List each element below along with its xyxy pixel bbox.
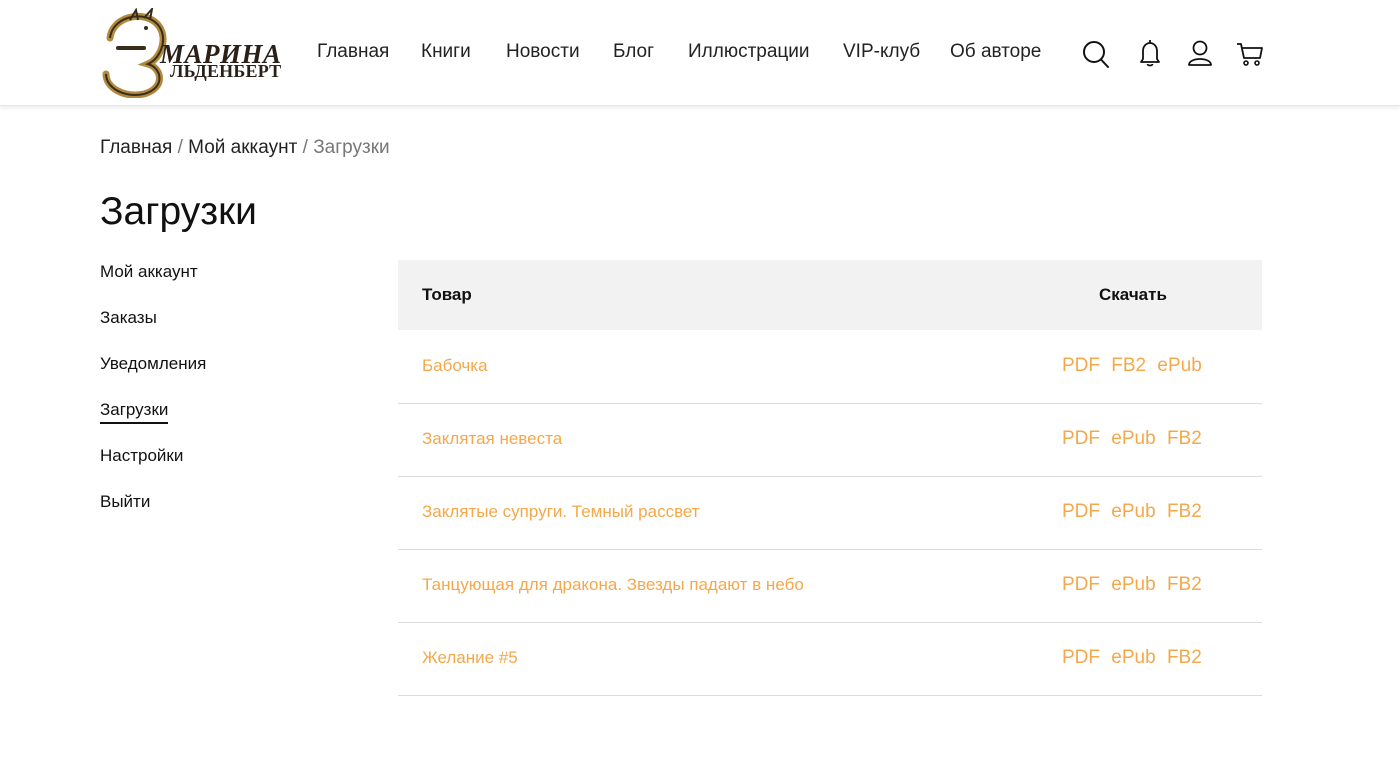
breadcrumb: Главная / Мой аккаунт / Загрузки	[100, 137, 390, 159]
download-link-epub[interactable]: ePub	[1111, 574, 1155, 595]
table-row: Желание #5 PDF ePub FB2	[398, 622, 1262, 696]
download-formats: PDF ePub FB2	[1062, 647, 1208, 669]
table-header: Товар Скачать	[398, 260, 1262, 330]
nav-item-books[interactable]: Книги	[421, 41, 471, 63]
download-formats: PDF FB2 ePub	[1062, 355, 1208, 377]
download-formats: PDF ePub FB2	[1062, 501, 1208, 523]
nav-item-vip-club[interactable]: VIP-клуб	[843, 41, 920, 63]
table-row: Заклятые супруги. Темный рассвет PDF ePu…	[398, 476, 1262, 550]
product-link[interactable]: Желание #5	[422, 648, 518, 668]
table-row: Танцующая для дракона. Звезды падают в н…	[398, 549, 1262, 623]
breadcrumb-separator: /	[302, 137, 308, 158]
download-link-pdf[interactable]: PDF	[1062, 647, 1100, 668]
download-link-pdf[interactable]: PDF	[1062, 355, 1100, 376]
download-link-fb2[interactable]: FB2	[1167, 428, 1202, 449]
breadcrumb-separator: /	[177, 137, 183, 158]
product-link[interactable]: Заклятые супруги. Темный рассвет	[422, 502, 700, 522]
sidebar-item-settings[interactable]: Настройки	[100, 446, 183, 466]
bell-icon[interactable]	[1135, 38, 1165, 70]
sidebar-item-my-account[interactable]: Мой аккаунт	[100, 262, 198, 282]
download-link-epub[interactable]: ePub	[1111, 501, 1155, 522]
download-link-pdf[interactable]: PDF	[1062, 501, 1100, 522]
download-link-epub[interactable]: ePub	[1111, 428, 1155, 449]
sidebar-item-orders[interactable]: Заказы	[100, 308, 157, 328]
breadcrumb-current: Загрузки	[313, 137, 390, 158]
nav-item-home[interactable]: Главная	[317, 41, 389, 63]
sidebar-item-downloads[interactable]: Загрузки	[100, 400, 169, 424]
sidebar-item-logout[interactable]: Выйти	[100, 492, 150, 512]
download-link-fb2[interactable]: FB2	[1167, 501, 1202, 522]
table-row: Заклятая невеста PDF ePub FB2	[398, 403, 1262, 477]
column-header-download: Скачать	[1099, 285, 1167, 304]
product-link[interactable]: Бабочка	[422, 356, 488, 376]
site-header: МАРИНА ЛЬДЕНБЕРТ Главная Книги Новости Б…	[0, 0, 1400, 106]
cart-icon[interactable]	[1235, 38, 1265, 70]
download-link-fb2[interactable]: FB2	[1111, 355, 1146, 376]
download-formats: PDF ePub FB2	[1062, 574, 1208, 596]
nav-item-about-author[interactable]: Об авторе	[950, 41, 1041, 63]
nav-item-news[interactable]: Новости	[506, 41, 580, 63]
download-link-fb2[interactable]: FB2	[1167, 574, 1202, 595]
product-link[interactable]: Заклятая невеста	[422, 429, 562, 449]
site-logo[interactable]: МАРИНА ЛЬДЕНБЕРТ	[100, 8, 281, 98]
page-title: Загрузки	[100, 190, 257, 233]
column-header-product: Товар	[422, 285, 472, 304]
download-link-epub[interactable]: ePub	[1157, 355, 1201, 376]
download-link-pdf[interactable]: PDF	[1062, 428, 1100, 449]
download-link-pdf[interactable]: PDF	[1062, 574, 1100, 595]
breadcrumb-account-link[interactable]: Мой аккаунт	[188, 137, 297, 158]
breadcrumb-home-link[interactable]: Главная	[100, 137, 172, 158]
sidebar-item-notifications[interactable]: Уведомления	[100, 354, 206, 374]
nav-item-illustrations[interactable]: Иллюстрации	[688, 41, 810, 63]
download-link-fb2[interactable]: FB2	[1167, 647, 1202, 668]
download-formats: PDF ePub FB2	[1062, 428, 1208, 450]
nav-item-blog[interactable]: Блог	[613, 41, 654, 63]
logo-text-last-name: ЛЬДЕНБЕРТ	[170, 61, 282, 81]
table-row: Бабочка PDF FB2 ePub	[398, 330, 1262, 404]
product-link[interactable]: Танцующая для дракона. Звезды падают в н…	[422, 575, 804, 595]
user-icon[interactable]	[1185, 38, 1215, 70]
download-link-epub[interactable]: ePub	[1111, 647, 1155, 668]
search-icon[interactable]	[1081, 38, 1111, 70]
